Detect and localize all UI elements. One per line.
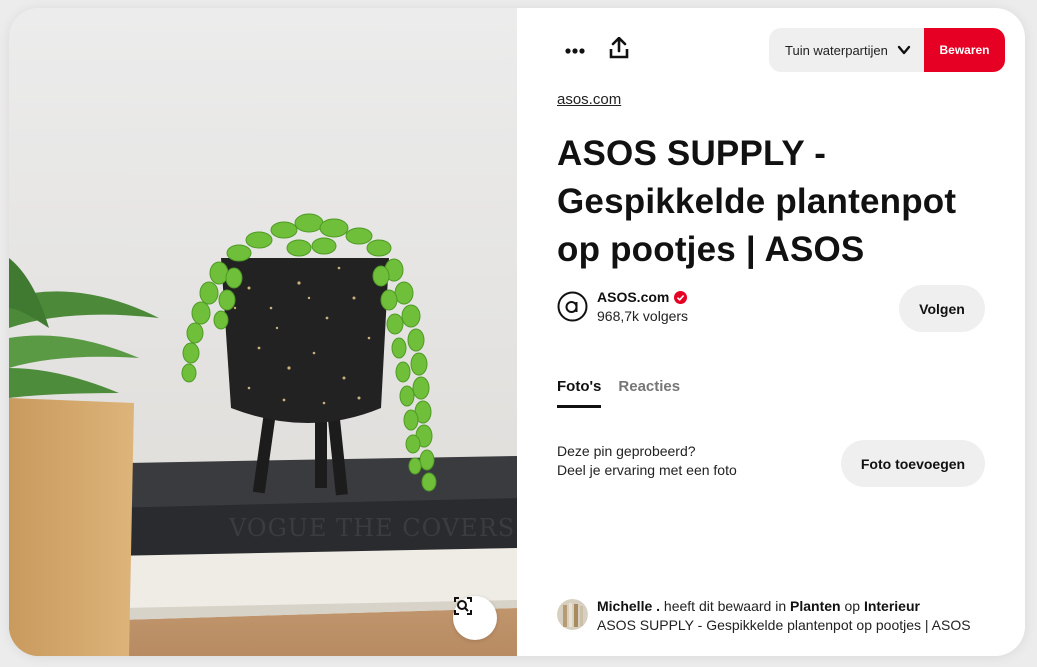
creator-followers: 968,7k volgers: [597, 308, 689, 324]
chevron-down-icon: [897, 43, 911, 60]
pin-closeup-card: VOGUE THE COVERS Tuin waterpartijen Bewa…: [9, 8, 1025, 656]
save-button[interactable]: Bewaren: [924, 28, 1005, 72]
ellipsis-icon: [565, 41, 585, 59]
tried-pin-prompt: Deze pin geprobeerd? Deel je ervaring me…: [557, 442, 737, 480]
creator-name[interactable]: ASOS.com: [597, 289, 669, 305]
visual-search-button[interactable]: [453, 596, 497, 640]
svg-text:VOGUE THE COVERS: VOGUE THE COVERS: [228, 514, 515, 542]
share-upload-icon: [609, 36, 629, 64]
activity-text: heeft dit bewaard in: [663, 598, 787, 614]
pin-image[interactable]: VOGUE THE COVERS: [9, 8, 517, 656]
follow-button[interactable]: Volgen: [899, 285, 985, 332]
tab-comments[interactable]: Reacties: [618, 378, 680, 408]
verified-badge-icon: [674, 290, 688, 304]
source-link[interactable]: asos.com: [557, 91, 621, 108]
asos-logo-icon: [557, 291, 588, 322]
share-button[interactable]: [599, 32, 639, 68]
activity-board-name[interactable]: Planten: [790, 598, 841, 614]
pin-details-panel: Tuin waterpartijen Bewaren asos.com ASOS…: [517, 8, 1025, 656]
creator-avatar[interactable]: [557, 291, 588, 322]
tabs: Foto's Reacties: [557, 378, 697, 408]
pin-title: ASOS SUPPLY - Gespikkelde plantenpot op …: [557, 134, 957, 269]
more-options-button[interactable]: [555, 32, 595, 68]
tab-photos[interactable]: Foto's: [557, 378, 602, 408]
user-avatar-image: [557, 599, 588, 630]
avatar[interactable]: [557, 599, 588, 630]
activity-section-name[interactable]: Interieur: [864, 598, 920, 614]
board-selector-dropdown[interactable]: Tuin waterpartijen: [769, 28, 925, 72]
save-activity: Michelle . heeft dit bewaard in Planten …: [557, 598, 971, 633]
activity-user-name[interactable]: Michelle .: [597, 598, 660, 614]
activity-text-connector: op: [844, 598, 861, 614]
activity-pin-title: ASOS SUPPLY - Gespikkelde plantenpot op …: [597, 617, 971, 633]
tried-prompt-line2: Deel je ervaring met een foto: [557, 462, 737, 478]
add-photo-button[interactable]: Foto toevoegen: [841, 440, 985, 487]
board-selector-label: Tuin waterpartijen: [785, 42, 888, 58]
creator-info: ASOS.com 968,7k volgers: [557, 289, 688, 324]
tried-prompt-line1: Deze pin geprobeerd?: [557, 443, 696, 459]
plant-pot-photo: VOGUE THE COVERS: [9, 8, 517, 656]
